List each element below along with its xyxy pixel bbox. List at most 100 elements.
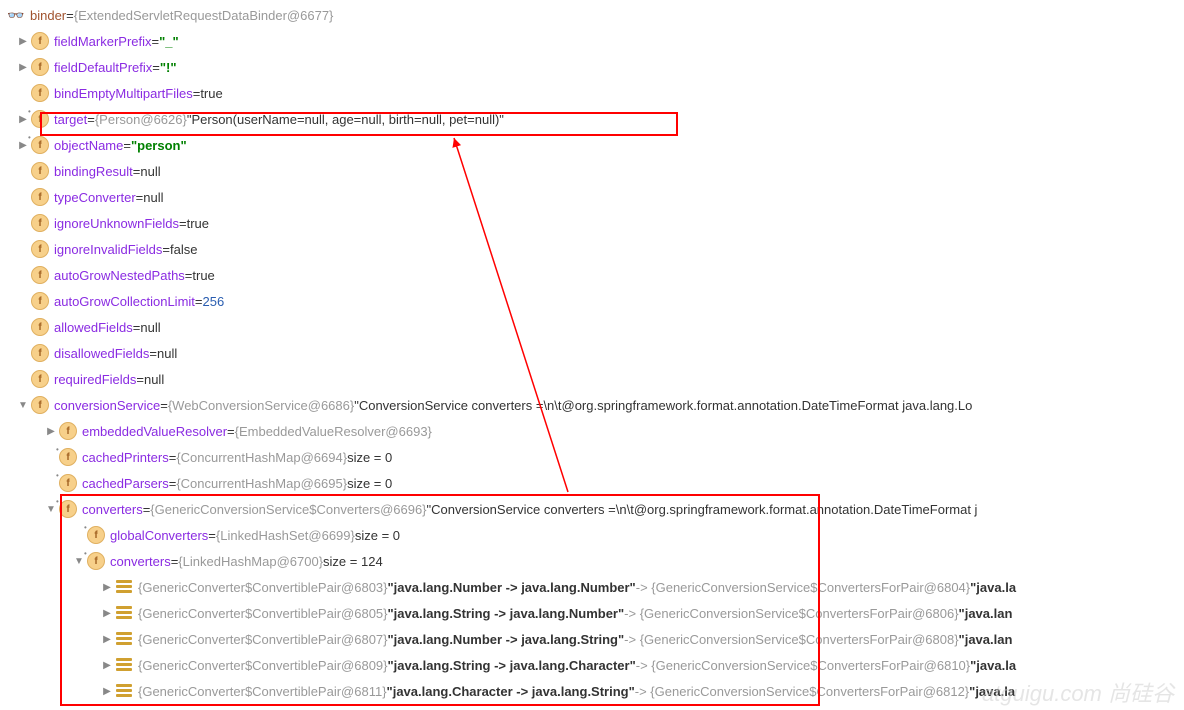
object-ref: {GenericConverter$ConvertiblePair@6811} xyxy=(138,684,387,699)
object-ref: -> {GenericConversionService$ConvertersF… xyxy=(636,658,970,673)
var-name: cachedPrinters xyxy=(82,450,169,465)
field-icon: f• xyxy=(86,525,106,545)
var-row[interactable]: ▶ {GenericConverter$ConvertiblePair@6803}… xyxy=(0,574,1184,600)
expander-blank xyxy=(16,190,30,204)
object-ref: -> {GenericConversionService$ConvertersF… xyxy=(636,580,970,595)
expand-icon[interactable]: ▶ xyxy=(44,424,58,438)
var-row[interactable]: ▶fembeddedValueResolver = {EmbeddedValue… xyxy=(0,418,1184,444)
var-name: autoGrowNestedPaths xyxy=(54,268,185,283)
var-name: embeddedValueResolver xyxy=(82,424,227,439)
var-row[interactable]: fallowedFields = null xyxy=(0,314,1184,340)
object-ref: {Person@6626} xyxy=(95,112,187,127)
var-row[interactable]: f•cachedPrinters = {ConcurrentHashMap@66… xyxy=(0,444,1184,470)
field-icon: f xyxy=(30,343,50,363)
var-name: bindingResult xyxy=(54,164,133,179)
field-icon: f xyxy=(30,213,50,233)
var-name: disallowedFields xyxy=(54,346,149,361)
var-row[interactable]: fbindEmptyMultipartFiles = true xyxy=(0,80,1184,106)
object-ref: {GenericConverter$ConvertiblePair@6803} xyxy=(138,580,388,595)
field-icon: f xyxy=(30,161,50,181)
var-row[interactable]: ▶ffieldDefaultPrefix = "!" xyxy=(0,54,1184,80)
field-icon: f xyxy=(30,187,50,207)
object-ref: {GenericConverter$ConvertiblePair@6809} xyxy=(138,658,388,673)
var-name: cachedParsers xyxy=(82,476,169,491)
field-icon: f• xyxy=(58,499,78,519)
object-ref: {LinkedHashMap@6700} xyxy=(178,554,323,569)
var-row[interactable]: ▶ {GenericConverter$ConvertiblePair@6809}… xyxy=(0,652,1184,678)
var-name: allowedFields xyxy=(54,320,133,335)
expander-blank xyxy=(16,268,30,282)
var-value: {ExtendedServletRequestDataBinder@6677} xyxy=(74,8,334,23)
object-ref: {ConcurrentHashMap@6695} xyxy=(176,476,347,491)
var-row[interactable]: f•globalConverters = {LinkedHashSet@6699… xyxy=(0,522,1184,548)
expander-blank xyxy=(16,86,30,100)
var-row[interactable]: fignoreUnknownFields = true xyxy=(0,210,1184,236)
var-row[interactable]: f•cachedParsers = {ConcurrentHashMap@669… xyxy=(0,470,1184,496)
var-row[interactable]: ▶f•target = {Person@6626} "Person(userNa… xyxy=(0,106,1184,132)
collapse-icon[interactable]: ▼ xyxy=(16,398,30,412)
var-row-root[interactable]: 👓 binder = {ExtendedServletRequestDataBi… xyxy=(0,2,1184,28)
var-row[interactable]: ▶ {GenericConverter$ConvertiblePair@6805}… xyxy=(0,600,1184,626)
expand-icon[interactable]: ▶ xyxy=(100,658,114,672)
field-icon: f xyxy=(30,57,50,77)
expander-blank xyxy=(16,216,30,230)
field-icon: f xyxy=(30,31,50,51)
object-ref: {ConcurrentHashMap@6694} xyxy=(176,450,347,465)
expander-blank xyxy=(16,164,30,178)
var-row[interactable]: ftypeConverter = null xyxy=(0,184,1184,210)
field-icon: f xyxy=(30,369,50,389)
expand-icon[interactable]: ▶ xyxy=(100,580,114,594)
var-row[interactable]: ▶ {GenericConverter$ConvertiblePair@6811}… xyxy=(0,678,1184,704)
object-ref: {EmbeddedValueResolver@6693} xyxy=(235,424,432,439)
var-name: autoGrowCollectionLimit xyxy=(54,294,195,309)
object-ref: {GenericConverter$ConvertiblePair@6805} xyxy=(138,606,388,621)
var-name: fieldDefaultPrefix xyxy=(54,60,152,75)
expander-blank xyxy=(16,242,30,256)
object-ref: {LinkedHashSet@6699} xyxy=(216,528,355,543)
glasses-icon: 👓 xyxy=(6,5,26,25)
expand-icon[interactable]: ▶ xyxy=(100,684,114,698)
var-row[interactable]: ▶{GenericConverter$ConvertiblePair@6807}… xyxy=(0,626,1184,652)
var-row[interactable]: ▼f•converters = {GenericConversionServic… xyxy=(0,496,1184,522)
object-ref: {WebConversionService@6686} xyxy=(168,398,354,413)
field-icon: f xyxy=(30,83,50,103)
var-row[interactable]: ▼f•converters = {LinkedHashMap@6700} siz… xyxy=(0,548,1184,574)
map-entry-icon xyxy=(114,681,134,701)
field-icon: f xyxy=(30,291,50,311)
var-row[interactable]: fdisallowedFields = null xyxy=(0,340,1184,366)
expand-icon[interactable]: ▶ xyxy=(100,632,114,646)
var-name: objectName xyxy=(54,138,123,153)
expand-icon[interactable]: ▶ xyxy=(16,60,30,74)
var-row[interactable]: fignoreInvalidFields = false xyxy=(0,236,1184,262)
var-name: converters xyxy=(110,554,171,569)
field-icon: f• xyxy=(86,551,106,571)
expand-icon[interactable]: ▶ xyxy=(100,606,114,620)
field-icon: f• xyxy=(30,135,50,155)
var-row[interactable]: fbindingResult = null xyxy=(0,158,1184,184)
var-name: binder xyxy=(30,8,66,23)
field-icon: f xyxy=(58,421,78,441)
var-row[interactable]: ▶ffieldMarkerPrefix = "_" xyxy=(0,28,1184,54)
var-name: target xyxy=(54,112,87,127)
var-row[interactable]: fautoGrowNestedPaths = true xyxy=(0,262,1184,288)
expand-icon[interactable]: ▶ xyxy=(16,34,30,48)
var-row[interactable]: ▶f•objectName = "person" xyxy=(0,132,1184,158)
expander-blank xyxy=(16,320,30,334)
map-entry-icon xyxy=(114,629,134,649)
var-name: converters xyxy=(82,502,143,517)
object-ref: {GenericConversionService$Converters@669… xyxy=(150,502,426,517)
object-ref: -> {GenericConversionService$ConvertersF… xyxy=(624,606,958,621)
field-icon: f xyxy=(30,265,50,285)
field-icon: f xyxy=(30,239,50,259)
var-row[interactable]: ▼fconversionService = {WebConversionServ… xyxy=(0,392,1184,418)
var-row[interactable]: fautoGrowCollectionLimit = 256 xyxy=(0,288,1184,314)
object-ref: -> {GenericConversionService$ConvertersF… xyxy=(624,632,958,647)
var-name: globalConverters xyxy=(110,528,208,543)
object-ref: -> {GenericConversionService$ConvertersF… xyxy=(635,684,969,699)
field-icon: f• xyxy=(58,447,78,467)
field-icon: f• xyxy=(58,473,78,493)
field-icon: f xyxy=(30,395,50,415)
var-name: bindEmptyMultipartFiles xyxy=(54,86,193,101)
var-name: requiredFields xyxy=(54,372,136,387)
var-row[interactable]: frequiredFields = null xyxy=(0,366,1184,392)
